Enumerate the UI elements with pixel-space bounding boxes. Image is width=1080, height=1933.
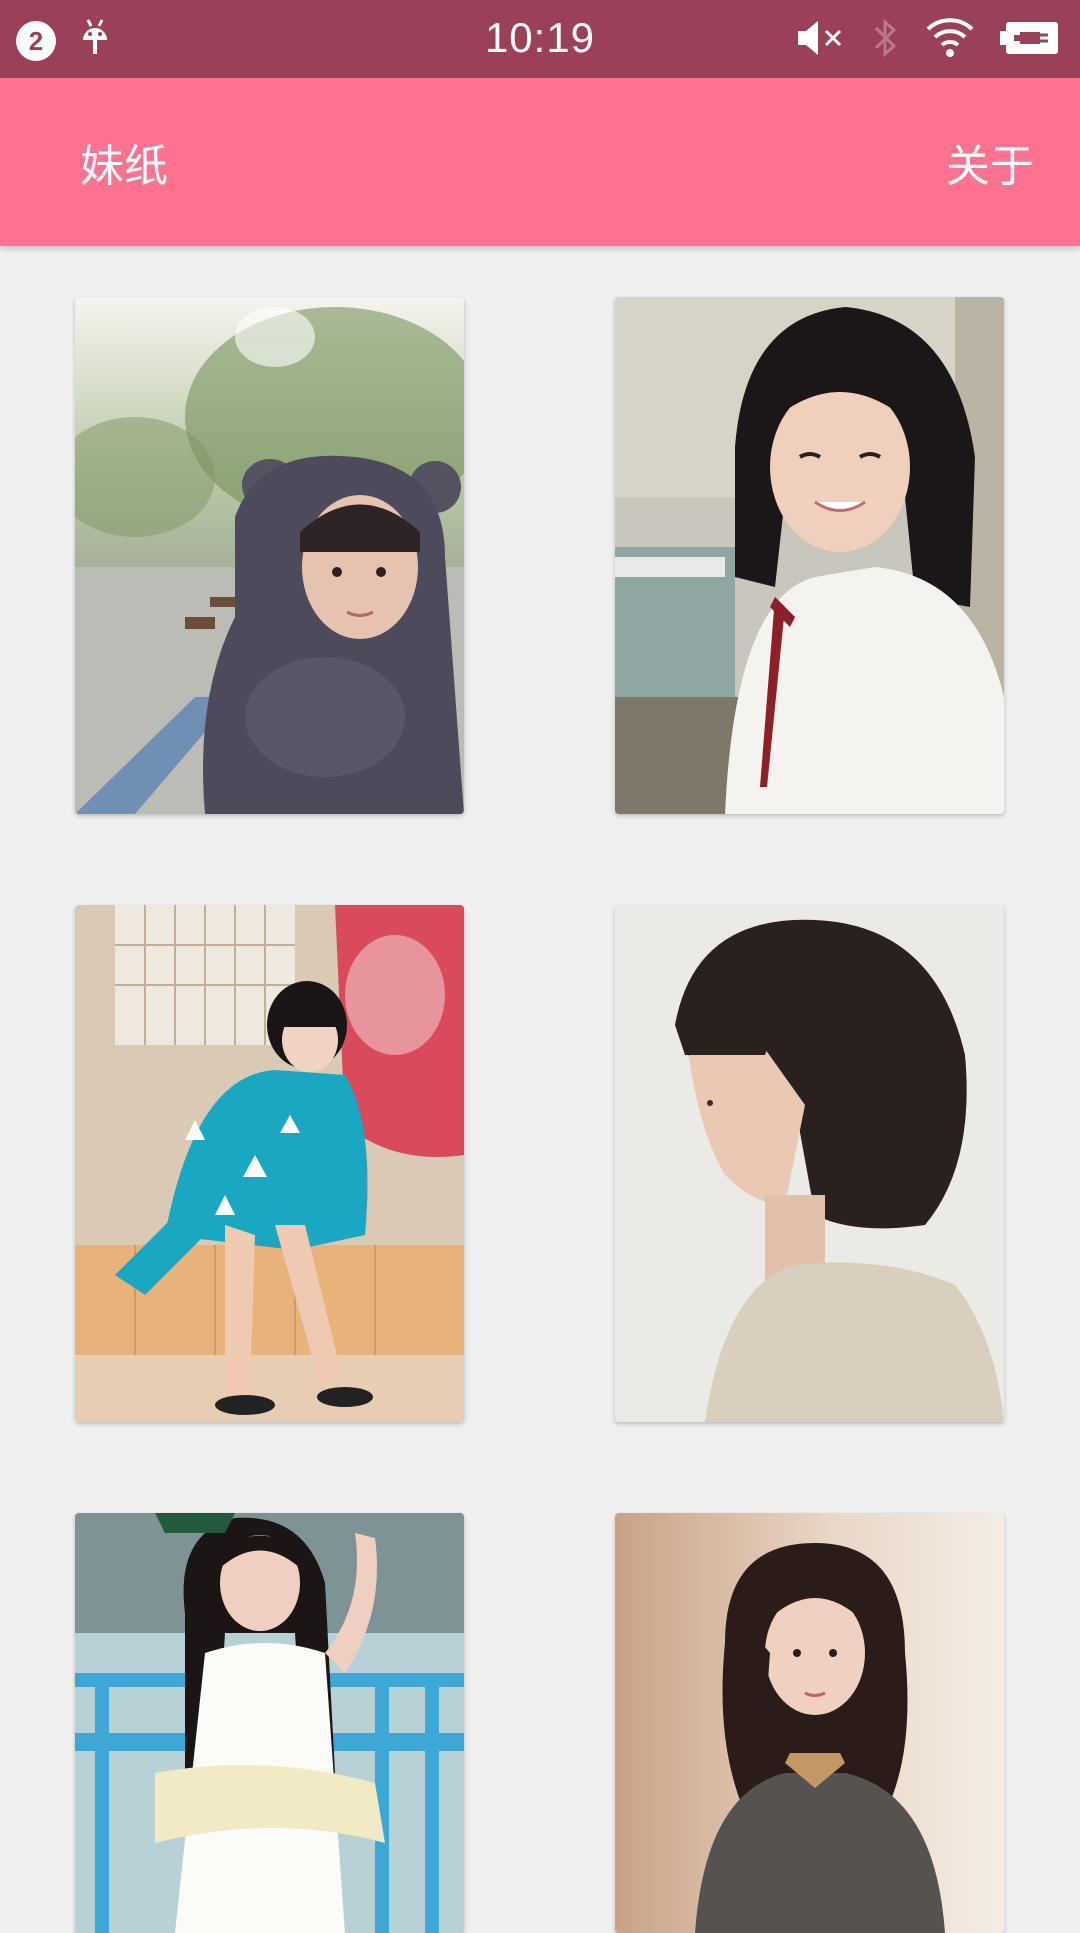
status-bar: 2 10:19	[0, 0, 1080, 78]
photo-card[interactable]	[75, 1513, 464, 1933]
photo-kimono-sitting-portrait	[75, 905, 464, 1422]
app-bar: 妹纸 关于	[0, 78, 1080, 246]
photo-card[interactable]	[75, 297, 464, 814]
photo-bob-haircut-profile	[615, 905, 1004, 1422]
mute-icon	[796, 17, 846, 63]
photo-card[interactable]	[75, 905, 464, 1422]
app-title: 妹纸	[80, 141, 168, 192]
wifi-icon	[926, 17, 974, 63]
battery-charging-icon	[1000, 20, 1060, 60]
photo-card[interactable]	[615, 1513, 1004, 1933]
photo-grid	[0, 246, 1080, 1933]
photo-wavy-hair-portrait	[615, 1513, 1004, 1933]
photo-railing-portrait	[75, 1513, 464, 1933]
about-button[interactable]: 关于	[946, 130, 1034, 194]
status-right-icons	[796, 16, 1060, 64]
bluetooth-icon	[872, 16, 900, 64]
photo-card[interactable]	[615, 905, 1004, 1422]
photo-card[interactable]	[615, 297, 1004, 814]
photo-school-uniform-portrait	[615, 297, 1004, 814]
photo-bear-hood-portrait	[75, 297, 464, 814]
